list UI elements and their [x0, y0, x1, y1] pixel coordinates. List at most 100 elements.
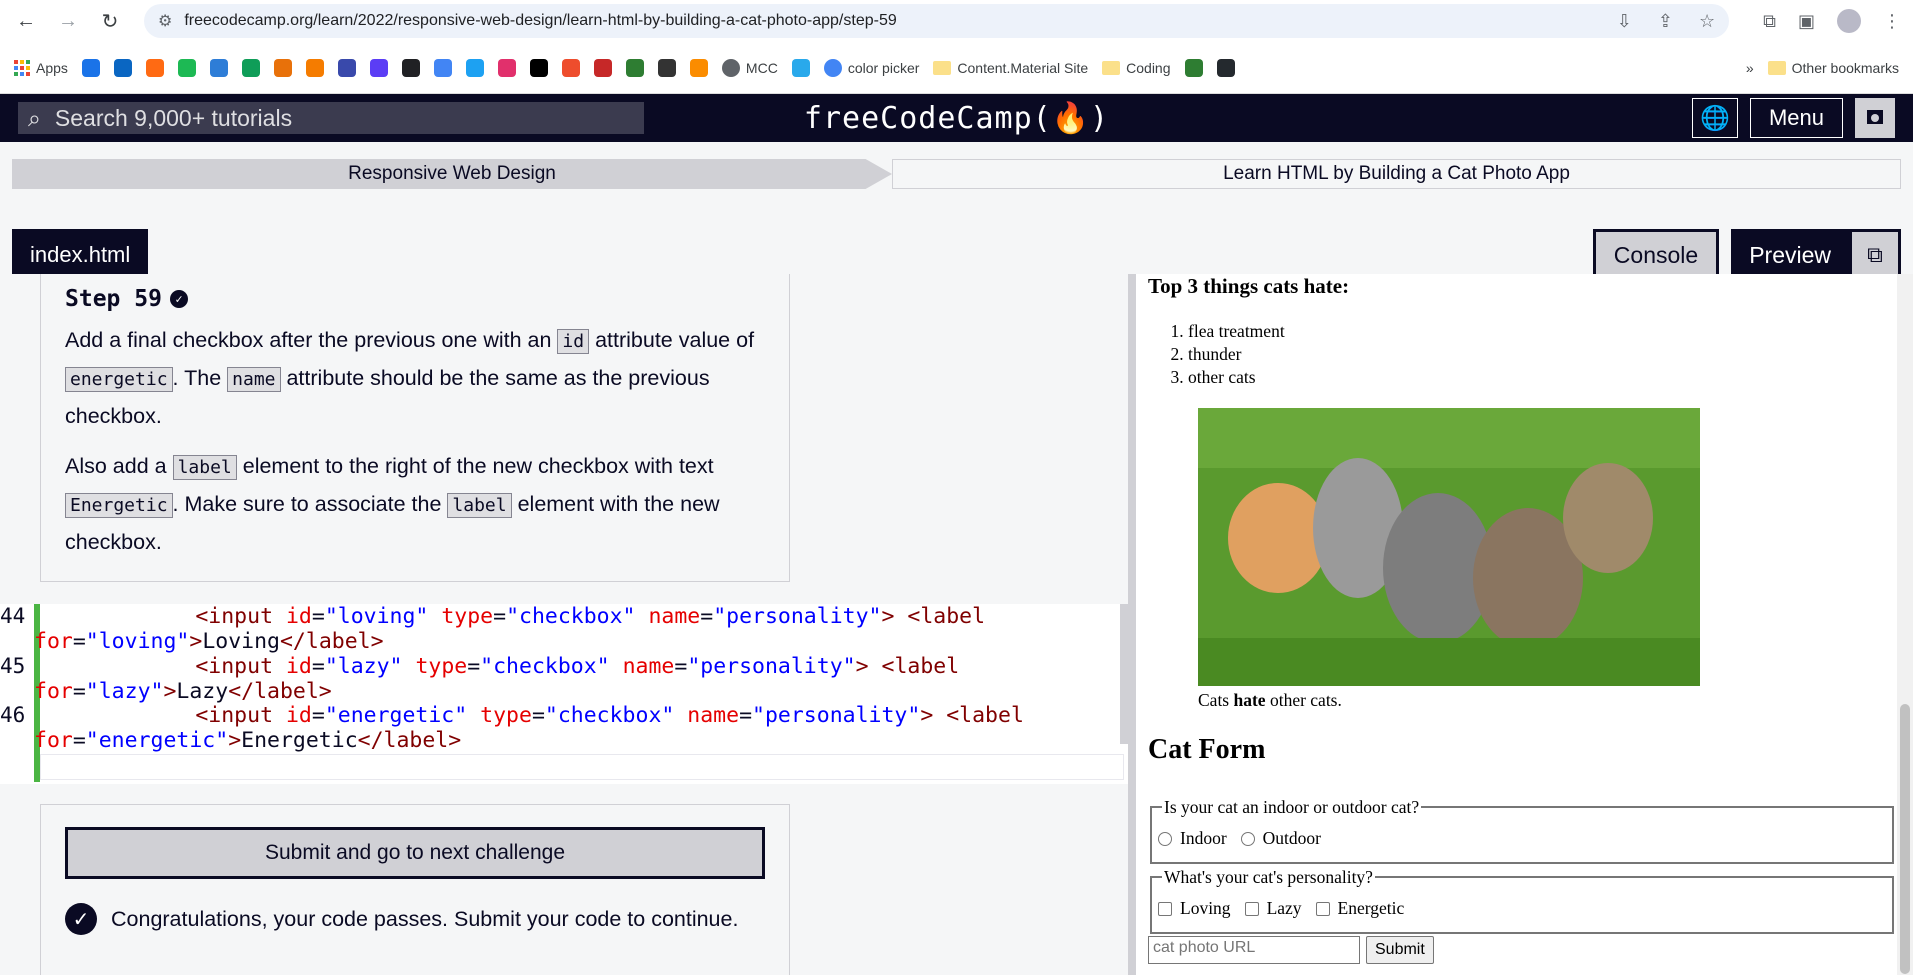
- bookmark-item[interactable]: [1184, 58, 1203, 77]
- cat-photo-url-input[interactable]: cat photo URL: [1148, 936, 1360, 964]
- other-bookmarks[interactable]: Other bookmarks: [1767, 60, 1899, 76]
- bookmark-item[interactable]: Content.Material Site: [933, 60, 1088, 76]
- checkbox-energetic[interactable]: [1315, 901, 1330, 916]
- bookmark-item[interactable]: [657, 58, 676, 77]
- code-line[interactable]: <input id="loving" type="checkbox" name=…: [40, 604, 985, 629]
- checkbox-lazy[interactable]: [1244, 901, 1259, 916]
- bookmark-item[interactable]: [369, 58, 388, 77]
- text: Cats: [1198, 690, 1234, 710]
- bookmark-item[interactable]: color picker: [823, 58, 920, 77]
- bookmark-item[interactable]: [433, 58, 452, 77]
- scroll-thumb[interactable]: [1900, 704, 1910, 974]
- tiktok-icon: [529, 58, 548, 77]
- kebab-menu-icon[interactable]: ⋮: [1883, 11, 1901, 32]
- bookmark-item[interactable]: [145, 58, 164, 77]
- text: . The: [172, 366, 228, 390]
- extensions-icon[interactable]: ⧉: [1763, 11, 1776, 32]
- bookmark-item[interactable]: [791, 58, 810, 77]
- bookmark-item[interactable]: [497, 58, 516, 77]
- code-line[interactable]: <input id="energetic" type="checkbox" na…: [40, 703, 1024, 728]
- fcc-logo[interactable]: freeCodeCamp(🔥): [804, 101, 1109, 136]
- play-icon: [369, 58, 388, 77]
- bookmark-label: Content.Material Site: [957, 59, 1089, 76]
- bookmark-label: MCC: [745, 59, 778, 76]
- strong-text: hate: [1233, 690, 1266, 710]
- bookmark-item[interactable]: [625, 58, 644, 77]
- bookmark-item[interactable]: [177, 58, 196, 77]
- radio-indoor[interactable]: [1158, 831, 1172, 846]
- code-line[interactable]: for="energetic">Energetic</label>: [34, 728, 461, 753]
- code-line[interactable]: for="loving">Loving</label>: [34, 629, 384, 654]
- bookmark-item[interactable]: [241, 58, 260, 77]
- bookmark-item[interactable]: Apps: [14, 59, 68, 76]
- bookmark-item[interactable]: [401, 58, 420, 77]
- user-avatar-icon[interactable]: [1855, 98, 1895, 138]
- address-bar[interactable]: ⚙ freecodecamp.org/learn/2022/responsive…: [144, 4, 1730, 38]
- checkbox-label[interactable]: Energetic: [1338, 898, 1405, 919]
- back-icon[interactable]: ←: [12, 7, 40, 35]
- bookmark-item[interactable]: [209, 58, 228, 77]
- bookmark-item[interactable]: [1216, 58, 1235, 77]
- left-pane: Step 59 ✓ Add a final checkbox after the…: [0, 274, 1128, 975]
- url-text[interactable]: freecodecamp.org/learn/2022/responsive-w…: [184, 12, 1604, 30]
- step-label: Step 59: [65, 286, 162, 312]
- bookmark-item[interactable]: [465, 58, 484, 77]
- profile-avatar[interactable]: [1837, 9, 1861, 33]
- puzzle-color-icon: [273, 58, 292, 77]
- bookmark-item[interactable]: [529, 58, 548, 77]
- bookmark-item[interactable]: [81, 58, 100, 77]
- checkbox-label[interactable]: Lazy: [1267, 898, 1302, 919]
- bookmark-item[interactable]: [561, 58, 580, 77]
- radio-outdoor[interactable]: [1240, 831, 1255, 846]
- bookmark-item[interactable]: [273, 58, 292, 77]
- code-editor[interactable]: 44 45 46 <input id="loving" type="checkb…: [0, 604, 1128, 784]
- code-line[interactable]: <input id="lazy" type="checkbox" name="p…: [40, 654, 959, 679]
- share-icon[interactable]: ⇪: [1658, 11, 1673, 32]
- check-circle-icon: ✓: [169, 290, 188, 308]
- bookmark-item[interactable]: Coding: [1102, 60, 1171, 76]
- search-input[interactable]: Search 9,000+ tutorials: [55, 105, 292, 132]
- bookmark-item[interactable]: [113, 58, 132, 77]
- preview-scrollbar[interactable]: [1897, 274, 1913, 975]
- submit-next-button[interactable]: Submit and go to next challenge: [65, 827, 765, 879]
- blue-rect-icon: [337, 58, 356, 77]
- reload-icon[interactable]: ↻: [96, 7, 124, 35]
- menu-button[interactable]: Menu: [1749, 98, 1843, 138]
- forward-icon[interactable]: →: [54, 7, 82, 35]
- form-submit-button[interactable]: Submit: [1366, 936, 1434, 964]
- side-panel-icon[interactable]: ▣: [1798, 11, 1815, 32]
- kittens-image: [1198, 408, 1700, 686]
- instruction-paragraph-2: Also add a label element to the right of…: [65, 448, 765, 560]
- search-bar[interactable]: ⌕ Search 9,000+ tutorials: [18, 102, 644, 134]
- checkbox-loving[interactable]: [1158, 901, 1172, 916]
- checkbox-label[interactable]: Loving: [1180, 898, 1231, 919]
- text: . Make sure to associate the: [172, 492, 448, 516]
- inline-code: Energetic: [65, 493, 173, 518]
- install-icon[interactable]: ⇩: [1617, 11, 1632, 32]
- more-bookmarks-icon[interactable]: »: [1746, 60, 1754, 76]
- bookmark-item[interactable]: [337, 58, 356, 77]
- bookmark-item[interactable]: [593, 58, 612, 77]
- editor-scrollbar[interactable]: [1120, 604, 1128, 744]
- site-settings-icon[interactable]: ⚙: [158, 11, 172, 31]
- browser-toolbar: ← → ↻ ⚙ freecodecamp.org/learn/2022/resp…: [0, 0, 1913, 42]
- text: other cats.: [1265, 690, 1342, 710]
- bookmark-item[interactable]: [689, 58, 708, 77]
- line-number: 46: [0, 703, 26, 727]
- instagram-icon: [497, 58, 516, 77]
- indoor-outdoor-fieldset: Is your cat an indoor or outdoor cat? In…: [1150, 797, 1894, 864]
- bookmark-item[interactable]: [305, 58, 324, 77]
- code-line[interactable]: for="lazy">Lazy</label>: [34, 679, 332, 704]
- apps-grid-icon: [14, 59, 30, 76]
- globe-icon: [721, 58, 740, 77]
- star-icon[interactable]: ☆: [1699, 11, 1715, 32]
- breadcrumb-block[interactable]: Learn HTML by Building a Cat Photo App: [892, 159, 1901, 189]
- success-text: Congratulations, your code passes. Submi…: [111, 906, 739, 931]
- radio-label[interactable]: Outdoor: [1263, 828, 1321, 849]
- bookmark-label: color picker: [847, 59, 920, 76]
- language-globe-icon[interactable]: 🌐: [1691, 98, 1738, 138]
- breadcrumb-superblock[interactable]: Responsive Web Design: [12, 159, 892, 189]
- radio-label[interactable]: Indoor: [1180, 828, 1227, 849]
- pane-divider[interactable]: [1128, 274, 1136, 975]
- bookmark-item[interactable]: MCC: [721, 58, 778, 77]
